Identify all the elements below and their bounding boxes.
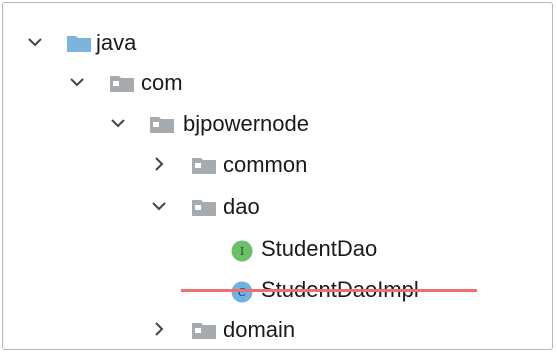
tree-node-dao[interactable]: dao — [3, 190, 552, 226]
class-badge: C — [238, 286, 246, 299]
interface-badge: I — [240, 245, 244, 258]
package-folder-icon — [192, 322, 216, 339]
chevron-down-icon[interactable] — [149, 196, 169, 216]
tree-node-studentdao[interactable]: I StudentDao — [3, 232, 552, 268]
package-folder-icon — [192, 157, 216, 174]
tree-node-label: StudentDao — [261, 236, 378, 261]
chevron-right-icon[interactable] — [149, 319, 169, 339]
package-folder-icon — [110, 75, 134, 92]
tree-node-label: dao — [223, 194, 260, 219]
package-folder-icon — [150, 116, 174, 133]
project-tree: java com bjpowernode common dao I Studen… — [2, 2, 553, 350]
tree-node-bjpowernode[interactable]: bjpowernode — [3, 107, 552, 143]
tree-node-label: domain — [223, 317, 296, 342]
tree-node-java[interactable]: java — [3, 26, 552, 62]
strikethrough-line — [181, 289, 477, 292]
tree-node-com[interactable]: com — [3, 66, 552, 102]
tree-node-common[interactable]: common — [3, 148, 552, 184]
interface-icon: I — [231, 240, 253, 262]
tree-node-label: com — [141, 70, 183, 95]
chevron-down-icon[interactable] — [108, 113, 128, 133]
chevron-down-icon[interactable] — [67, 72, 87, 92]
tree-node-label: bjpowernode — [183, 111, 309, 136]
package-folder-icon — [192, 199, 216, 216]
tree-node-domain[interactable]: domain — [3, 313, 552, 349]
chevron-right-icon[interactable] — [149, 154, 169, 174]
class-icon: C — [231, 281, 253, 303]
source-folder-icon — [67, 35, 91, 52]
chevron-down-icon[interactable] — [25, 32, 45, 52]
tree-node-label: common — [223, 152, 308, 177]
tree-node-label: java — [96, 30, 137, 55]
